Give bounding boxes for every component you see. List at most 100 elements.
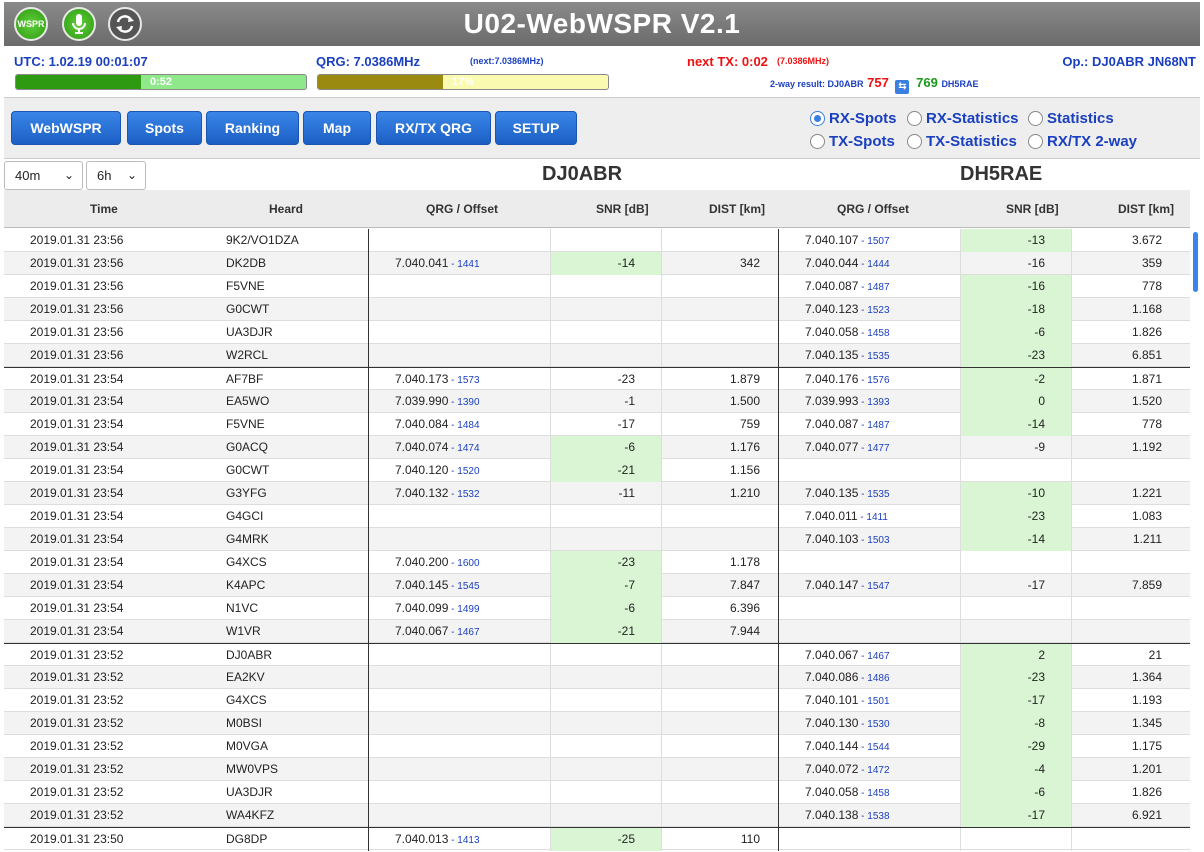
scrollbar-thumb[interactable]: [1193, 232, 1198, 292]
webwspr-button[interactable]: WebWSPR: [11, 111, 121, 145]
scrollbar-track[interactable]: [1192, 229, 1200, 849]
table-row[interactable]: 2019.01.31 23:54 K4APC 7.040.145 - 1545 -7 7…: [4, 574, 1190, 597]
col-time[interactable]: Time: [90, 202, 118, 216]
setup-button[interactable]: SETUP: [495, 111, 577, 145]
offset-value: 1484: [457, 420, 480, 431]
offset-separator: -: [858, 719, 868, 730]
radio-rxtx-2way[interactable]: RX/TX 2-way: [1028, 133, 1137, 150]
two-way-call-b: DH5RAE: [941, 79, 979, 89]
radio-rx-statistics[interactable]: RX-Statistics: [907, 110, 1019, 127]
snr-a-cell: [550, 758, 661, 781]
table-row[interactable]: 2019.01.31 23:56 G0CWT 7.040.123 - 1523 -18…: [4, 298, 1190, 321]
two-way-count-a: 757: [867, 75, 889, 90]
table-row[interactable]: 2019.01.31 23:54 W1VR 7.040.067 - 1467 -21 7…: [4, 620, 1190, 643]
snr-a-cell: -17: [550, 413, 661, 436]
table-row[interactable]: 2019.01.31 23:56 9K2/VO1DZA 7.040.107 - 15…: [4, 229, 1190, 252]
col-qrg-b[interactable]: QRG / Offset: [837, 202, 909, 216]
table-row[interactable]: 2019.01.31 23:56 UA3DJR 7.040.058 - 1458 -6…: [4, 321, 1190, 344]
table-row[interactable]: 2019.01.31 23:56 F5VNE 7.040.087 - 1487 -16…: [4, 275, 1190, 298]
table-row[interactable]: 2019.01.31 23:54 EA5WO 7.039.990 - 1390 -1 1…: [4, 390, 1190, 413]
offset-value: 1472: [867, 765, 890, 776]
table-row[interactable]: 2019.01.31 23:52 EA2KV 7.040.086 - 1486 -23…: [4, 666, 1190, 689]
snr-b-cell: -10: [960, 482, 1071, 505]
ranking-button[interactable]: Ranking: [206, 111, 299, 145]
offset-separator: -: [858, 651, 868, 662]
time-cell: 2019.01.31 23:54: [30, 417, 124, 431]
time-cell: 2019.01.31 23:52: [30, 762, 124, 776]
offset-separator: -: [858, 673, 868, 684]
table-row[interactable]: 2019.01.31 23:54 AF7BF 7.040.173 - 1573 -23…: [4, 367, 1190, 391]
snr-b-cell: -2: [960, 368, 1071, 391]
offset-value: 1503: [867, 535, 890, 546]
table-row[interactable]: 2019.01.31 23:54 G0ACQ 7.040.074 - 1474 -6 1…: [4, 436, 1190, 459]
col-heard[interactable]: Heard: [269, 202, 303, 216]
col-snr-a[interactable]: SNR [dB]: [596, 202, 649, 216]
dist-a-cell: 7.847: [661, 574, 778, 597]
offset-value: 1441: [457, 259, 480, 270]
offset-separator: -: [858, 581, 868, 592]
offset-value: 1547: [867, 581, 890, 592]
radio-rx-spots[interactable]: RX-Spots: [810, 110, 897, 127]
band-select[interactable]: 40m ⌄: [4, 161, 83, 190]
col-dist-a[interactable]: DIST [km]: [709, 202, 765, 216]
offset-separator: -: [858, 696, 868, 707]
dist-a-cell: [661, 229, 778, 252]
offset-value: 1535: [867, 351, 890, 362]
table-row[interactable]: 2019.01.31 23:52 UA3DJR 7.040.058 - 1458 -6…: [4, 781, 1190, 804]
table-row[interactable]: 2019.01.31 23:52 DJ0ABR 7.040.067 - 1467 2 2…: [4, 643, 1190, 667]
table-row[interactable]: 2019.01.31 23:52 M0VGA 7.040.144 - 1544 -29…: [4, 735, 1190, 758]
snr-b-cell: 0: [960, 390, 1071, 413]
snr-b-cell: 2: [960, 644, 1071, 667]
table-row[interactable]: 2019.01.31 23:52 WA4KFZ 7.040.138 - 1538 -1…: [4, 804, 1190, 827]
radio-dot: [1028, 111, 1043, 126]
col-qrg-a[interactable]: QRG / Offset: [426, 202, 498, 216]
table-row[interactable]: 2019.01.31 23:54 G4XCS 7.040.200 - 1600 -23…: [4, 551, 1190, 574]
rxtx-qrg-button[interactable]: RX/TX QRG: [376, 111, 491, 145]
table-row[interactable]: 2019.01.31 23:52 M0BSI 7.040.130 - 1530 -8 1…: [4, 712, 1190, 735]
heard-cell: AF7BF: [226, 372, 264, 386]
radio-label: TX-Spots: [829, 133, 895, 150]
table-row[interactable]: 2019.01.31 23:54 F5VNE 7.040.084 - 1484 -17…: [4, 413, 1190, 436]
dist-a-cell: 1.178: [661, 551, 778, 574]
period-select[interactable]: 6h ⌄: [86, 161, 146, 190]
table-row[interactable]: 2019.01.31 23:54 G0CWT 7.040.120 - 1520 -21…: [4, 459, 1190, 482]
table-row[interactable]: 2019.01.31 23:54 G4MRK 7.040.103 - 1503 -14…: [4, 528, 1190, 551]
heard-cell: MW0VPS: [226, 762, 279, 776]
offset-separator: -: [448, 420, 458, 431]
col-dist-b[interactable]: DIST [km]: [1118, 202, 1174, 216]
heard-cell: WA4KFZ: [226, 808, 275, 822]
qrg-a-cell: 7.040.120 - 1520: [368, 459, 550, 482]
spots-button[interactable]: Spots: [127, 111, 202, 145]
table-header: Time Heard QRG / Offset SNR [dB] DIST [k…: [4, 190, 1190, 228]
table-row[interactable]: 2019.01.31 23:54 N1VC 7.040.099 - 1499 -6 6.…: [4, 597, 1190, 620]
offset-separator: -: [858, 351, 868, 362]
qrg-value: 7.040.087: [805, 417, 859, 431]
col-snr-b[interactable]: SNR [dB]: [1006, 202, 1059, 216]
table-row[interactable]: 2019.01.31 23:54 G4GCI 7.040.011 - 1411 -23…: [4, 505, 1190, 528]
dist-a-cell: 342: [661, 252, 778, 275]
qrg-b-cell: 7.040.072 - 1472: [778, 758, 960, 781]
table-row[interactable]: 2019.01.31 23:56 W2RCL 7.040.135 - 1535 -23…: [4, 344, 1190, 367]
radio-tx-statistics[interactable]: TX-Statistics: [907, 133, 1017, 150]
dist-b-cell: 1.221: [1071, 482, 1190, 505]
qrg-a-cell: 7.040.041 - 1441: [368, 252, 550, 275]
time-cell: 2019.01.31 23:54: [30, 372, 124, 386]
qrg-a-cell: [368, 275, 550, 298]
qrg-a-cell: 7.040.013 - 1413: [368, 828, 550, 851]
offset-value: 1411: [866, 512, 888, 523]
table-row[interactable]: 2019.01.31 23:56 DK2DB 7.040.041 - 1441 -14…: [4, 252, 1190, 275]
dist-b-cell: 778: [1071, 413, 1190, 436]
table-row[interactable]: 2019.01.31 23:52 G4XCS 7.040.101 - 1501 -17…: [4, 689, 1190, 712]
map-button[interactable]: Map: [303, 111, 371, 145]
progress-text: 17%: [451, 76, 475, 88]
qrg-value: 7.039.993: [805, 394, 859, 408]
qrg-value: 7.040.130: [805, 716, 859, 730]
offset-separator: -: [858, 489, 868, 500]
offset-value: 1474: [457, 443, 480, 454]
table-row[interactable]: 2019.01.31 23:52 MW0VPS 7.040.072 - 1472 -4…: [4, 758, 1190, 781]
table-row[interactable]: 2019.01.31 23:54 G3YFG 7.040.132 - 1532 -11…: [4, 482, 1190, 505]
time-cell: 2019.01.31 23:54: [30, 555, 124, 569]
radio-tx-spots[interactable]: TX-Spots: [810, 133, 895, 150]
radio-statistics[interactable]: Statistics: [1028, 110, 1114, 127]
table-row[interactable]: 2019.01.31 23:50 DG8DP 7.040.013 - 1413 -25…: [4, 827, 1190, 851]
